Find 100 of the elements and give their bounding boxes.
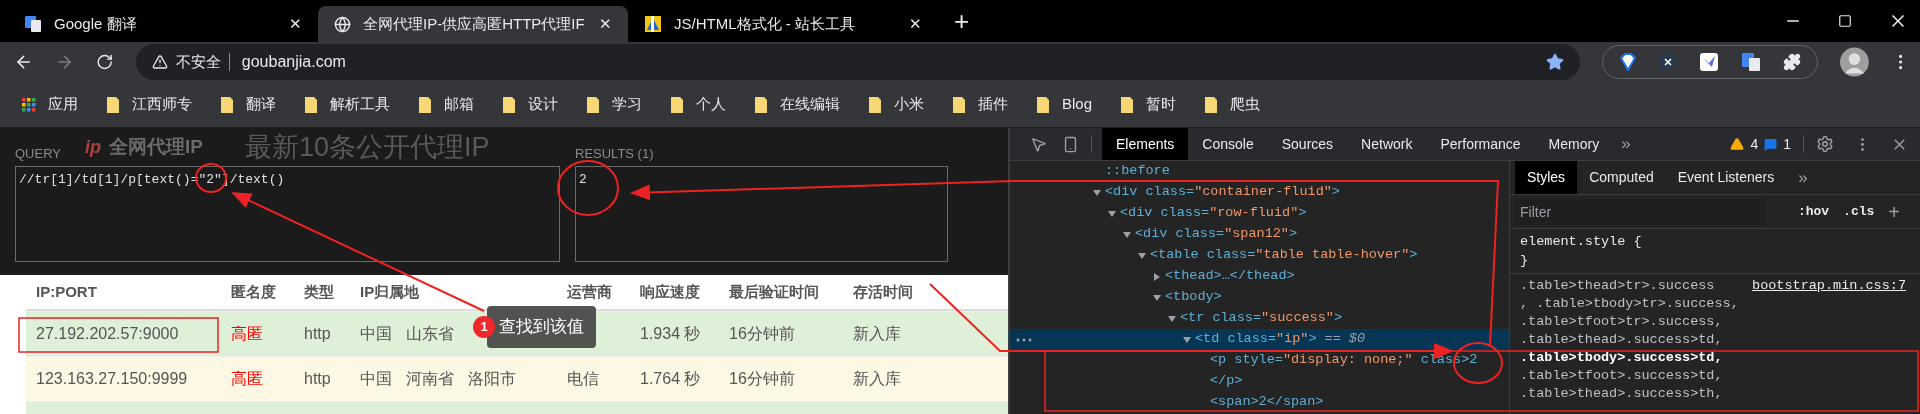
address-bar[interactable]: 不安全 goubanjia.com	[135, 44, 1580, 80]
message-count[interactable]: 1	[1783, 133, 1791, 155]
dom-node-row[interactable]: <table class="table table-hover">	[1010, 245, 1509, 266]
dom-node-row[interactable]: <tbody>	[1010, 287, 1509, 308]
column-header: 运营商	[567, 281, 613, 302]
source-link[interactable]: bootstrap.min.css:7	[1752, 277, 1906, 295]
puzzle-icon[interactable]	[1782, 53, 1801, 71]
diamond-icon[interactable]	[1618, 53, 1637, 71]
warning-icon	[151, 54, 168, 70]
bookmark-link[interactable]: 江西师专	[132, 93, 192, 116]
dom-node-row[interactable]: <tr class="success">	[1010, 308, 1509, 329]
expanded-triangle-icon[interactable]	[1168, 314, 1176, 323]
folder-icon	[220, 95, 234, 114]
device-icon[interactable]	[1062, 135, 1079, 153]
dom-node-row[interactable]: <div class="container-fluid">	[1010, 182, 1509, 203]
bookmark-link[interactable]: 应用	[48, 93, 78, 116]
expanded-triangle-icon[interactable]	[1108, 209, 1116, 218]
bookmark-link[interactable]: Blog	[1062, 93, 1093, 116]
dom-node-row[interactable]: ::before	[1010, 161, 1509, 182]
inspect-icon[interactable]	[1030, 135, 1047, 153]
add-rule-button[interactable]: +	[1888, 196, 1900, 227]
bookmark-link[interactable]: 小米	[894, 93, 924, 116]
location-cell-text: 中国	[360, 324, 392, 344]
expanded-triangle-icon[interactable]	[1093, 188, 1101, 197]
dom-node-row[interactable]: <div class="span12">	[1010, 224, 1509, 245]
filter-field[interactable]: Filter	[1515, 198, 1765, 225]
bookmark-link[interactable]: 设计	[528, 93, 558, 116]
bookmark-link[interactable]: 翻译	[246, 93, 276, 116]
devtools-tab[interactable]: Elements	[1102, 128, 1189, 160]
devtools-tab[interactable]: Network	[1347, 128, 1427, 160]
bookmark-link[interactable]: 暂时	[1146, 93, 1177, 116]
style-rule-line: }	[1520, 252, 1530, 270]
selector-line: .table>tfoot>tr>.success,	[1520, 314, 1723, 329]
bookmark-link[interactable]: 邮箱	[444, 93, 474, 116]
column-header: 最后验证时间	[729, 281, 820, 302]
cls-button[interactable]: .cls	[1843, 201, 1875, 222]
bookmark-link[interactable]: 个人	[696, 93, 726, 116]
expanded-triangle-icon[interactable]	[1123, 230, 1131, 239]
style-rule-line: element.style {	[1520, 233, 1643, 251]
restore-icon[interactable]	[1838, 14, 1852, 28]
devtools-tab[interactable]: Console	[1188, 128, 1268, 160]
warning-icon	[1730, 137, 1745, 151]
expanded-triangle-icon[interactable]	[1153, 293, 1161, 302]
logo-text: 全网代理IP	[109, 134, 203, 159]
annotation-circle	[557, 160, 619, 216]
devtools-tab[interactable]: Memory	[1534, 128, 1614, 160]
ip-cell: 123.163.27.150:9999	[36, 370, 188, 387]
more-tabs-button[interactable]: »	[1613, 128, 1639, 160]
column-header: IP:PORT	[36, 281, 98, 302]
dom-node-row[interactable]: <thead>…</thead>	[1010, 266, 1509, 287]
globe-icon	[334, 15, 351, 33]
folder-icon	[670, 95, 684, 114]
styles-tab[interactable]: Computed	[1577, 161, 1666, 194]
bookmark-link[interactable]: 插件	[978, 93, 1008, 116]
url-text: goubanjia.com	[241, 52, 346, 72]
anonymity-cell-text: 高匿	[231, 324, 264, 344]
close-tab-button[interactable]: ✕	[909, 12, 922, 36]
folder-icon	[868, 95, 882, 114]
close-tab-button[interactable]: ✕	[599, 12, 612, 36]
bookmark-link[interactable]: 爬虫	[1230, 93, 1261, 116]
bookmark-link[interactable]: 解析工具	[330, 93, 390, 116]
styles-tab[interactable]: Styles	[1515, 161, 1578, 194]
type-cell-text: http	[304, 369, 332, 389]
callout-tooltip: 查找到该值	[487, 306, 596, 348]
settings-icon[interactable]	[1816, 135, 1834, 153]
more-tabs-button[interactable]: »	[1786, 164, 1820, 191]
speed-cell-text: 1.764 秒	[640, 369, 702, 389]
reload-icon[interactable]	[96, 53, 114, 71]
bookmark-star-icon[interactable]	[1545, 53, 1564, 71]
x-square-icon[interactable]	[1658, 53, 1677, 71]
avatar-icon[interactable]	[1839, 47, 1869, 77]
expanded-triangle-icon[interactable]	[1138, 251, 1146, 260]
dom-node-row[interactable]: <div class="row-fluid">	[1010, 203, 1509, 224]
location-cell-text: 中国	[360, 369, 392, 389]
hov-button[interactable]: :hov	[1797, 201, 1830, 222]
bookmark-link[interactable]: 学习	[612, 93, 642, 116]
styles-tab[interactable]: Event Listeners	[1665, 161, 1787, 194]
expanded-triangle-icon[interactable]	[1183, 335, 1191, 344]
devtools-tab[interactable]: Performance	[1426, 128, 1535, 160]
warning-count[interactable]: 4	[1750, 133, 1759, 155]
page-title: 最新10条公开代理IP	[245, 131, 491, 163]
collapsed-triangle-icon[interactable]	[1153, 272, 1161, 281]
browser-tab[interactable]: 全网代理IP-供应高匿HTTP代理IF ✕	[318, 6, 628, 42]
new-tab-button[interactable]: +	[954, 1, 970, 41]
dom-node-closing: </p>	[1209, 372, 1244, 391]
bookmark-link[interactable]: 在线编辑	[780, 93, 840, 116]
ellipsis-icon[interactable]	[1016, 337, 1032, 342]
selector-line: , .table>tbody>tr>.success,	[1520, 296, 1739, 311]
dom-node-row[interactable]: <td class="ip"> == $0	[1010, 329, 1509, 350]
selector-line: .table>tfoot>.success>td,	[1520, 368, 1723, 383]
folder-icon	[1204, 95, 1219, 114]
devtools-tab[interactable]: Sources	[1267, 128, 1348, 160]
folder-icon	[1120, 95, 1135, 114]
selector-line: .table>thead>.success>td,	[1520, 332, 1723, 347]
anonymity-cell-text: 高匿	[231, 369, 264, 389]
close-tab-button[interactable]: ✕	[289, 12, 302, 36]
folder-icon	[418, 95, 432, 114]
folder-icon	[106, 95, 120, 114]
dom-node-row[interactable]: <span>2</span>	[1010, 392, 1509, 413]
alive-cell-text: 新入库	[853, 369, 902, 389]
